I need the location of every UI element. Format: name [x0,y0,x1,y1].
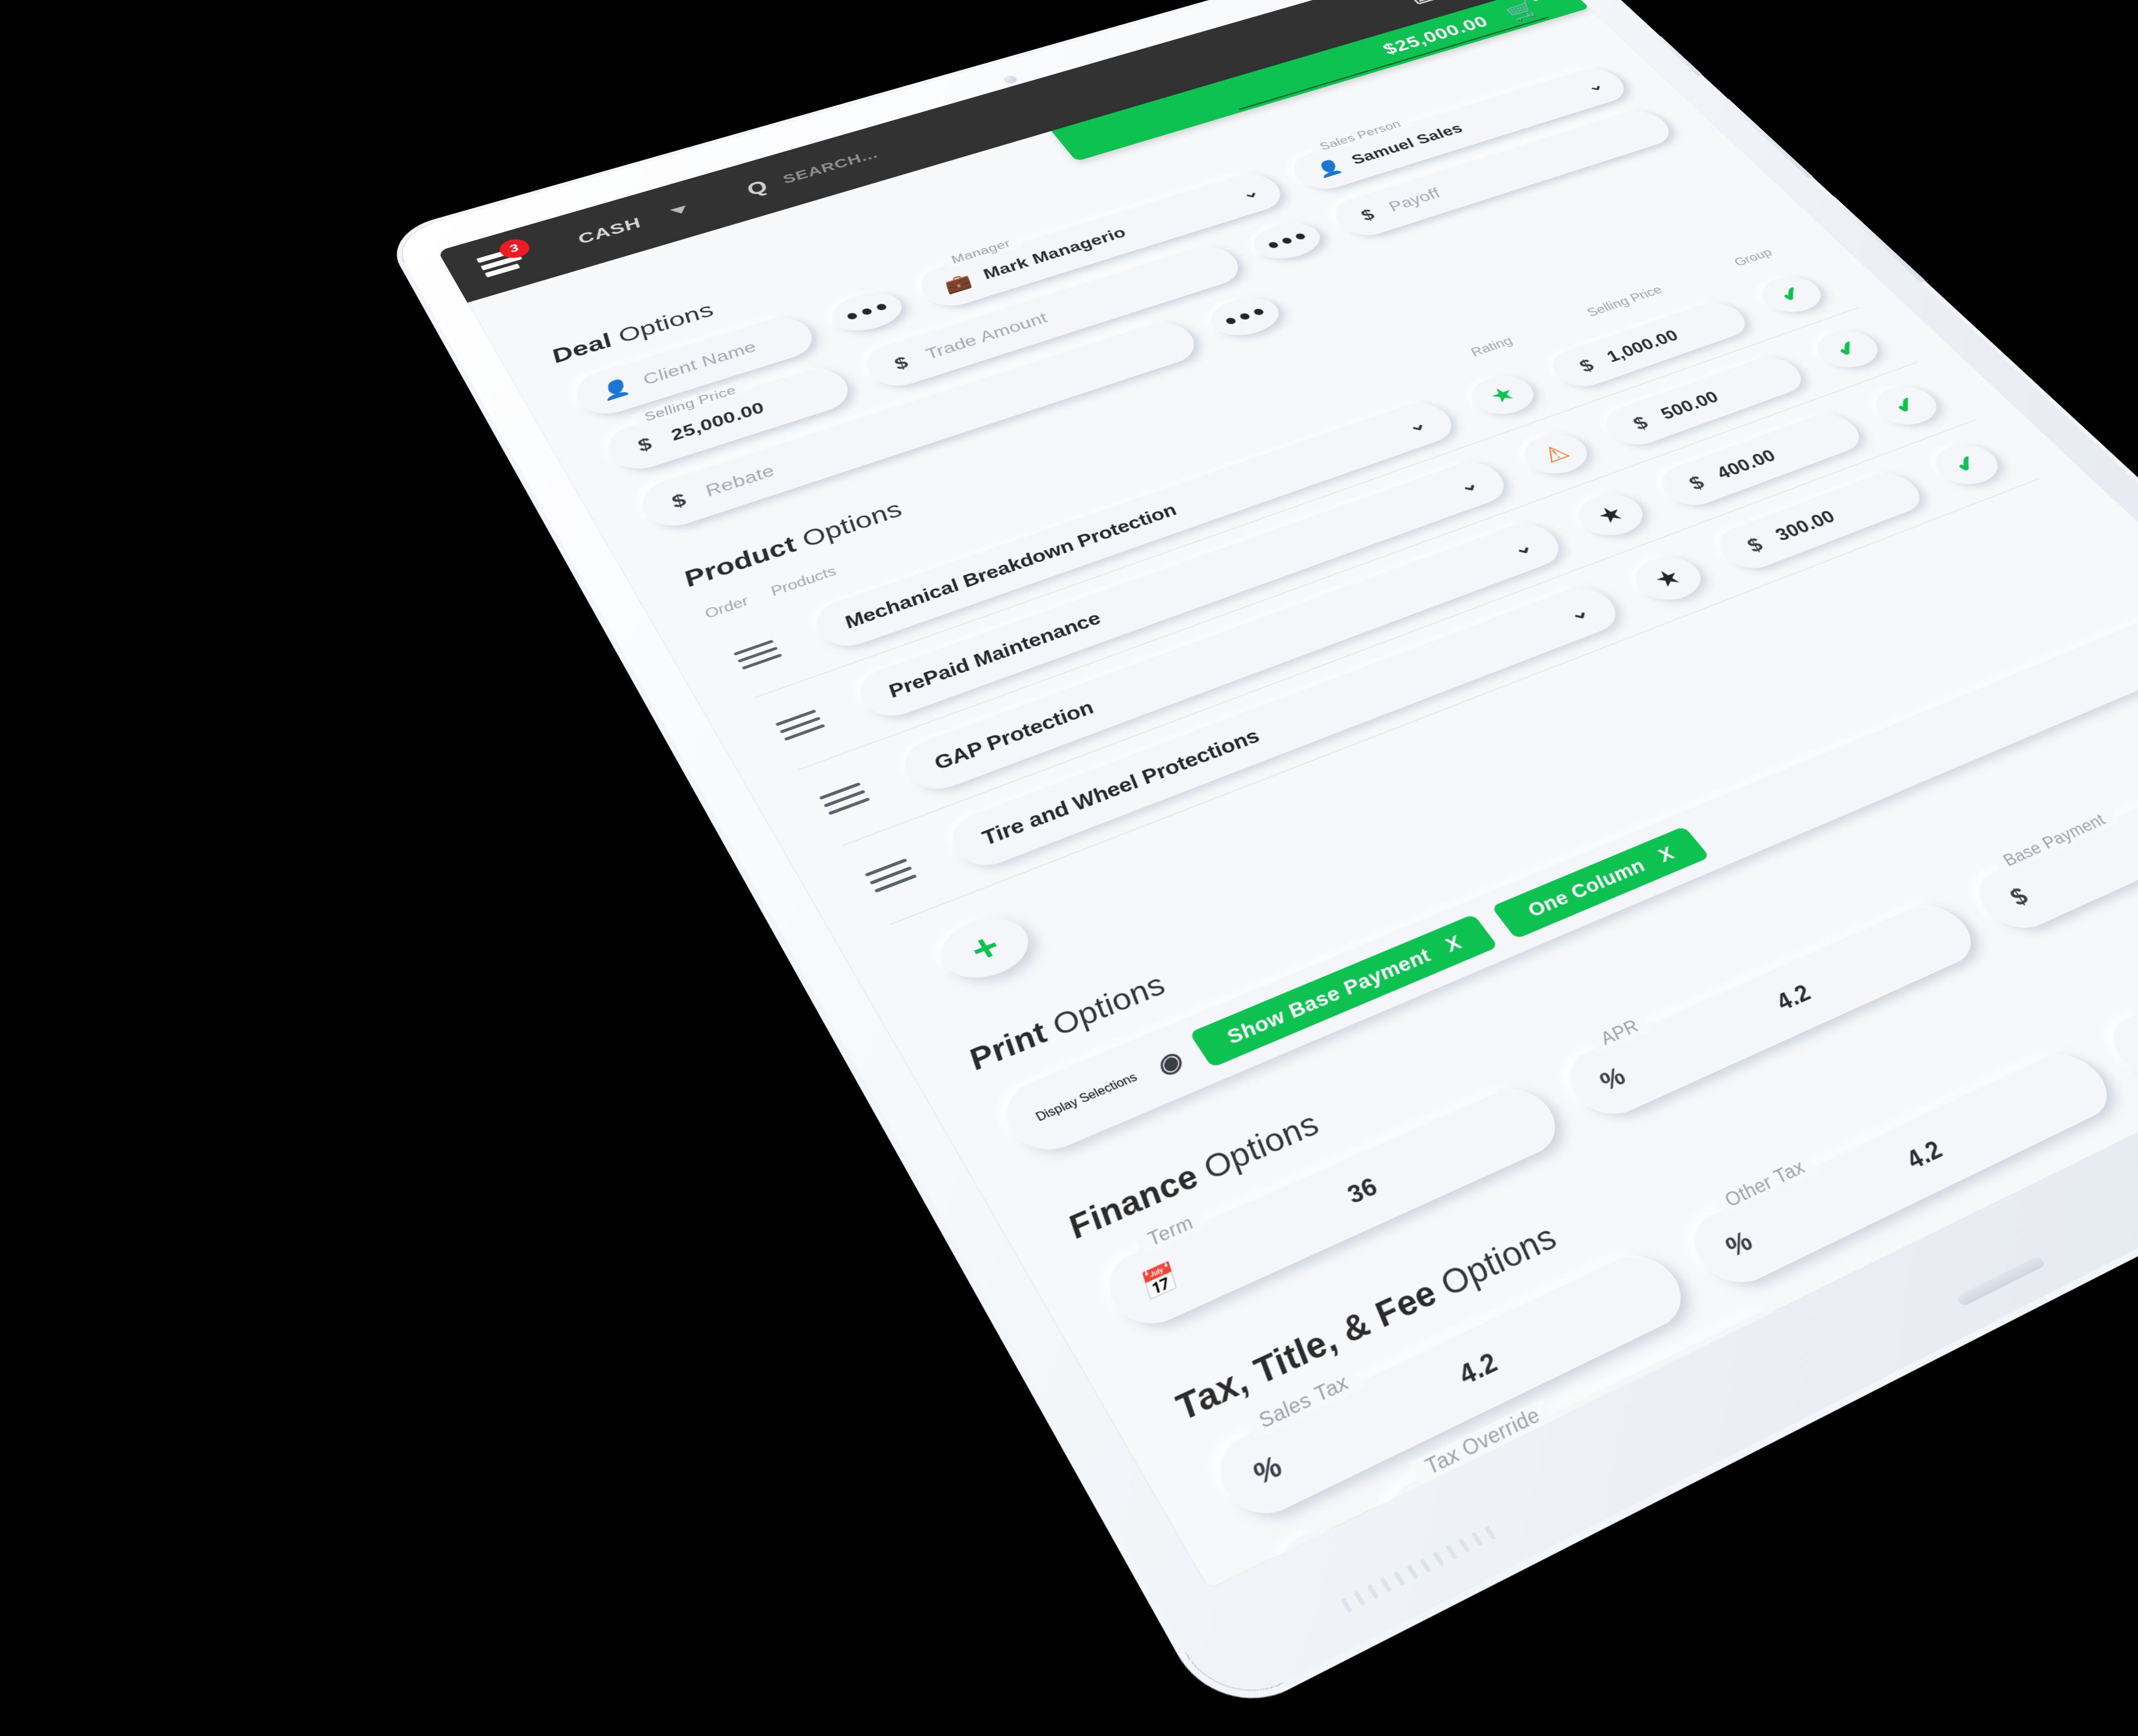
tablet-device: 3 CASH Q CHARTS $25,000.00 🛒 0 [389,0,2138,1715]
sales-person-icon: 👤 [1310,158,1346,179]
trade-amount-more-button[interactable] [1244,217,1330,265]
drag-handle-icon[interactable] [771,699,854,743]
chevron-down-icon[interactable]: ⌄ [1580,78,1608,95]
chevron-down-icon[interactable]: ⌄ [1235,183,1264,203]
payoff-placeholder: Payoff [1384,186,1445,215]
chevron-down-icon[interactable]: ⌄ [1505,535,1539,560]
rebate-more-button[interactable] [1201,291,1289,342]
person-icon: 👤 [595,377,633,403]
dollar-icon: $ [662,488,696,513]
chevron-down-icon[interactable]: ⌄ [1561,600,1595,626]
dollar-icon: $ [1623,411,1658,435]
print-options-title-rest: Options [1036,969,1173,1045]
chart-icon [1404,0,1445,6]
screenshot-stage: 3 CASH Q CHARTS $25,000.00 🛒 0 [0,0,2138,1729]
group-check-icon[interactable]: ✔ [1806,324,1889,374]
dollar-icon: $ [628,432,661,457]
group-cell: ✔ [1908,432,2025,497]
rebate-placeholder: Rebate [701,462,779,500]
group-check-icon[interactable]: ✔ [1864,380,1948,431]
print-options-title-bold: Print [962,1016,1054,1076]
rating-cell: ★ [1551,481,1671,549]
group-cell: ✔ [1848,374,1963,437]
dollar-icon: $ [1351,205,1383,225]
rating-star-dark-icon[interactable]: ★ [1623,550,1713,608]
selling-price-value: 25,000.00 [667,399,769,444]
product-price-value: 400.00 [1712,447,1781,483]
dollar-icon: $ [1679,471,1714,495]
product-price-value: 500.00 [1656,388,1724,423]
add-product-button[interactable]: + [929,908,1041,990]
rating-warning-orange-icon[interactable]: ⚠ [1513,427,1599,481]
rating-star-dark-icon[interactable]: ★ [1567,487,1654,543]
rating-cell: ★ [1607,543,1729,614]
group-check-icon[interactable]: ✔ [1924,438,2010,492]
eye-icon[interactable]: ◉ [1148,1046,1189,1082]
drag-handle-icon[interactable] [860,847,946,894]
percent-icon: % [1716,1225,1761,1264]
manager-icon: 💼 [938,272,975,295]
drag-handle-icon[interactable] [815,771,899,816]
product-price-value: 300.00 [1770,507,1841,545]
dollar-icon: $ [1570,354,1603,377]
display-selections-label: Display Selections [1034,1072,1140,1125]
chevron-down-icon[interactable]: ⌄ [1452,473,1484,497]
close-icon[interactable]: X [1440,932,1467,956]
percent-icon: % [1244,1449,1290,1492]
rating-cell: ⚠ [1497,421,1614,487]
percent-icon: % [2133,1028,2138,1062]
group-cell: ✔ [1791,319,1904,379]
cart-button[interactable]: 🛒 0 [1501,0,1545,22]
chip-label: One Column [1522,856,1650,921]
dollar-icon: $ [1736,533,1773,558]
search-icon: Q [743,178,772,198]
chevron-down-icon[interactable] [670,205,690,216]
